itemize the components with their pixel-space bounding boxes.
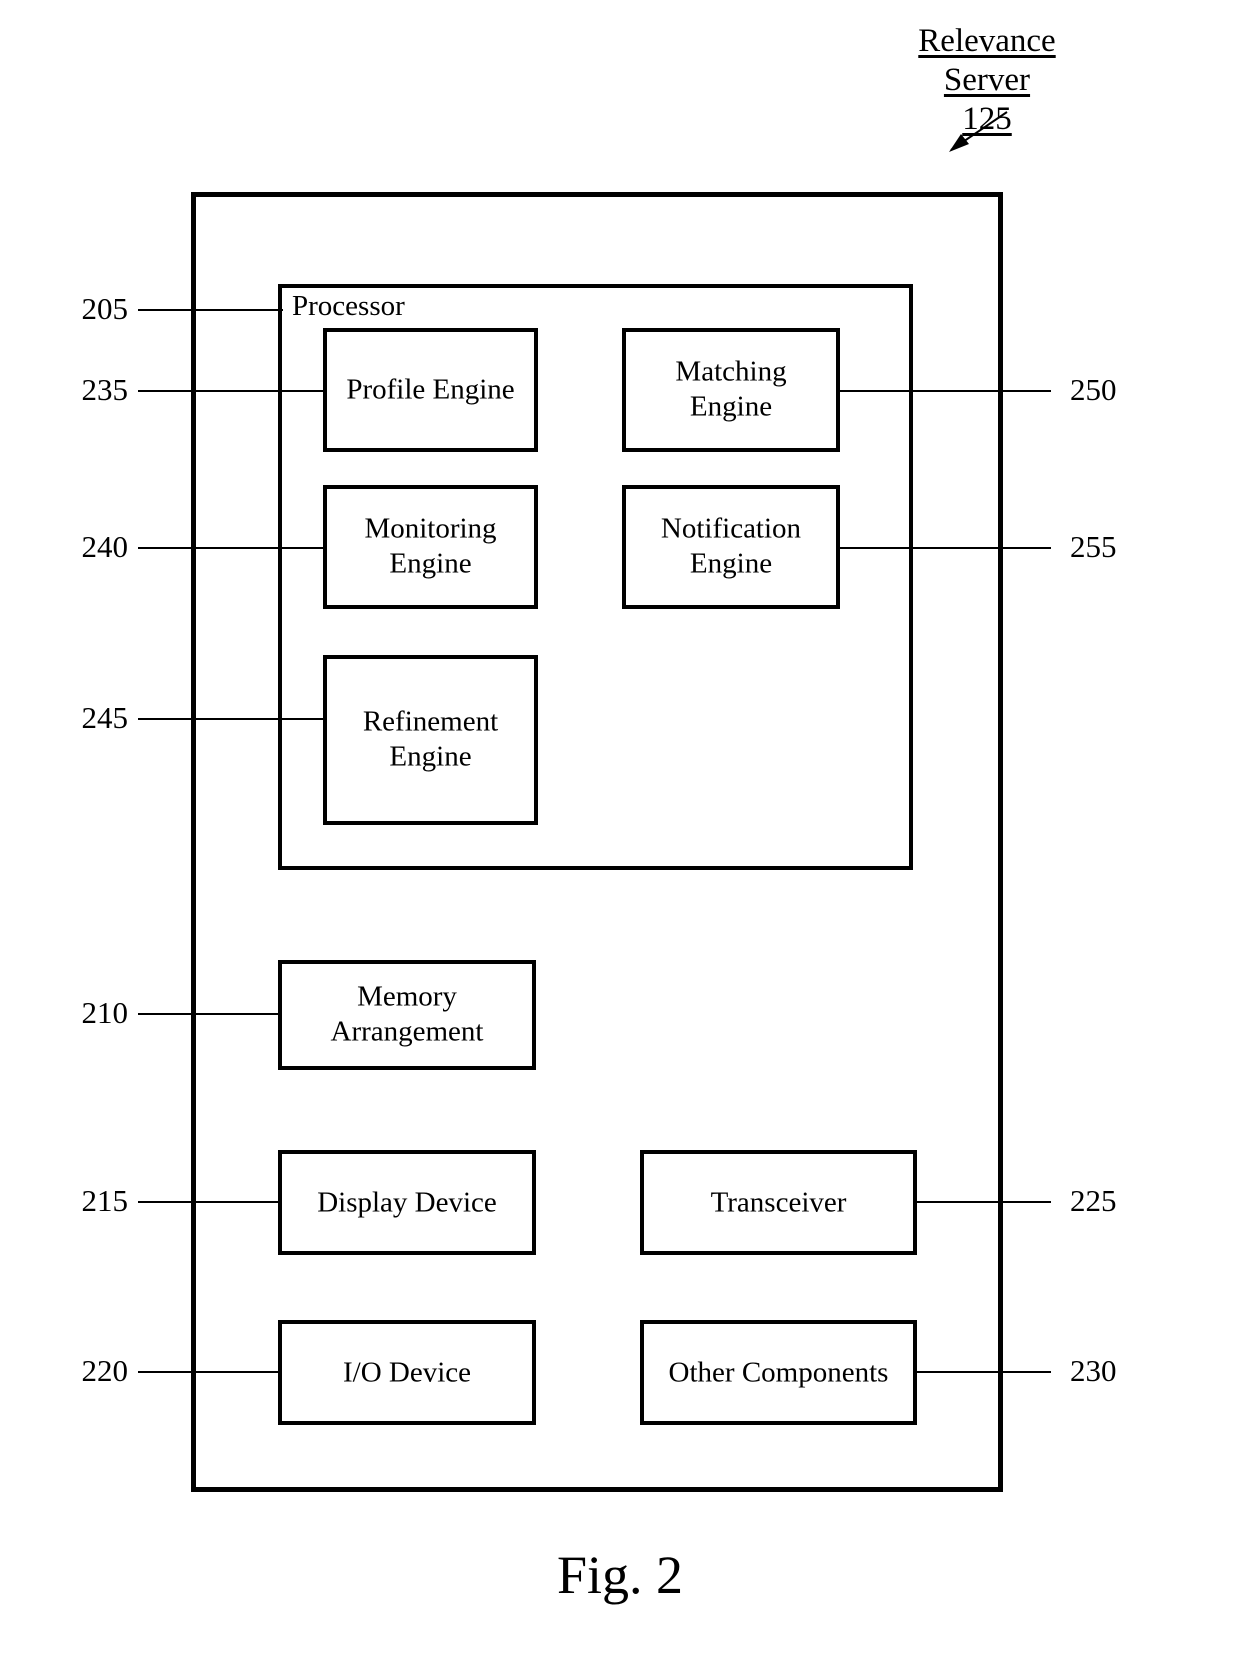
ref-numeral-255: 255	[1070, 529, 1117, 564]
ref-numeral-220: 220	[81, 1353, 129, 1388]
transceiver-box: Transceiver	[640, 1150, 917, 1255]
figure-caption: Fig. 2	[556, 1545, 684, 1605]
io-device-box: I/O Device	[278, 1320, 536, 1425]
figure-title-name: Relevance Server	[918, 23, 1056, 98]
leader-line-205	[138, 309, 283, 311]
figure-title-number: 125	[962, 100, 1012, 137]
profile-engine-label: Profile Engine	[346, 373, 515, 406]
ref-numeral-240: 240	[81, 529, 129, 564]
leader-line-250	[838, 390, 1051, 392]
matching-engine-box: Matching Engine	[622, 328, 840, 452]
leader-line-230	[913, 1371, 1051, 1373]
notification-engine-box: Notification Engine	[622, 485, 840, 609]
leader-line-215	[138, 1201, 282, 1203]
leader-line-240	[138, 547, 327, 549]
refinement-engine-box: Refinement Engine	[323, 655, 538, 825]
leader-line-255	[838, 547, 1051, 549]
leader-line-220	[138, 1371, 282, 1373]
leader-line-245	[138, 718, 327, 720]
refinement-engine-label: Refinement Engine	[362, 705, 499, 773]
ref-numeral-210: 210	[81, 995, 129, 1030]
figure-title: Relevance Server 125	[872, 22, 1102, 139]
other-components-box: Other Components	[640, 1320, 917, 1425]
profile-engine-box: Profile Engine	[323, 328, 538, 452]
patent-figure-2: Relevance Server 125 Processor Profile E…	[0, 0, 1240, 1657]
processor-label: Processor	[292, 290, 405, 322]
transceiver-label: Transceiver	[710, 1185, 847, 1218]
other-components-label: Other Components	[668, 1355, 889, 1388]
ref-numeral-250: 250	[1070, 372, 1117, 407]
ref-numeral-215: 215	[81, 1183, 129, 1218]
io-device-label: I/O Device	[342, 1355, 472, 1388]
leader-line-235	[138, 390, 327, 392]
ref-numeral-230: 230	[1070, 1353, 1117, 1388]
matching-engine-label: Matching Engine	[675, 355, 787, 423]
notification-engine-label: Notification Engine	[660, 512, 802, 580]
leader-line-225	[913, 1201, 1051, 1203]
display-device-box: Display Device	[278, 1150, 536, 1255]
display-device-label: Display Device	[317, 1185, 497, 1218]
monitoring-engine-box: Monitoring Engine	[323, 485, 538, 609]
memory-arrangement-label: Memory Arrangement	[330, 980, 484, 1048]
memory-arrangement-box: Memory Arrangement	[278, 960, 536, 1070]
ref-numeral-205: 205	[81, 291, 129, 326]
ref-numeral-235: 235	[81, 372, 129, 407]
leader-line-210	[138, 1013, 282, 1015]
monitoring-engine-label: Monitoring Engine	[364, 512, 497, 580]
ref-numeral-225: 225	[1070, 1183, 1117, 1218]
ref-numeral-245: 245	[81, 700, 129, 735]
